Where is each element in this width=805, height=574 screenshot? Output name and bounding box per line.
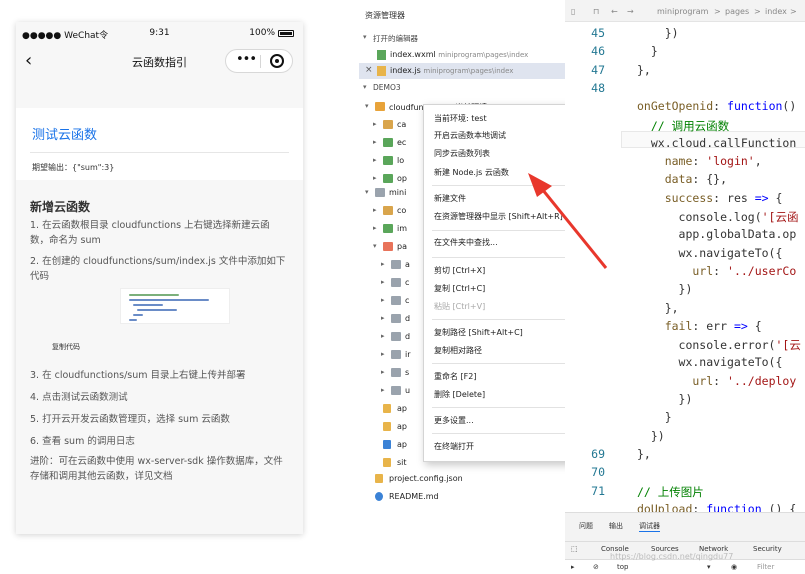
screenshot-root: ●●●●● WeChat令 9:31 100% ‹ 云函数指引 ••• 测试云函… <box>0 0 805 574</box>
annotation-arrow-icon <box>528 173 608 269</box>
